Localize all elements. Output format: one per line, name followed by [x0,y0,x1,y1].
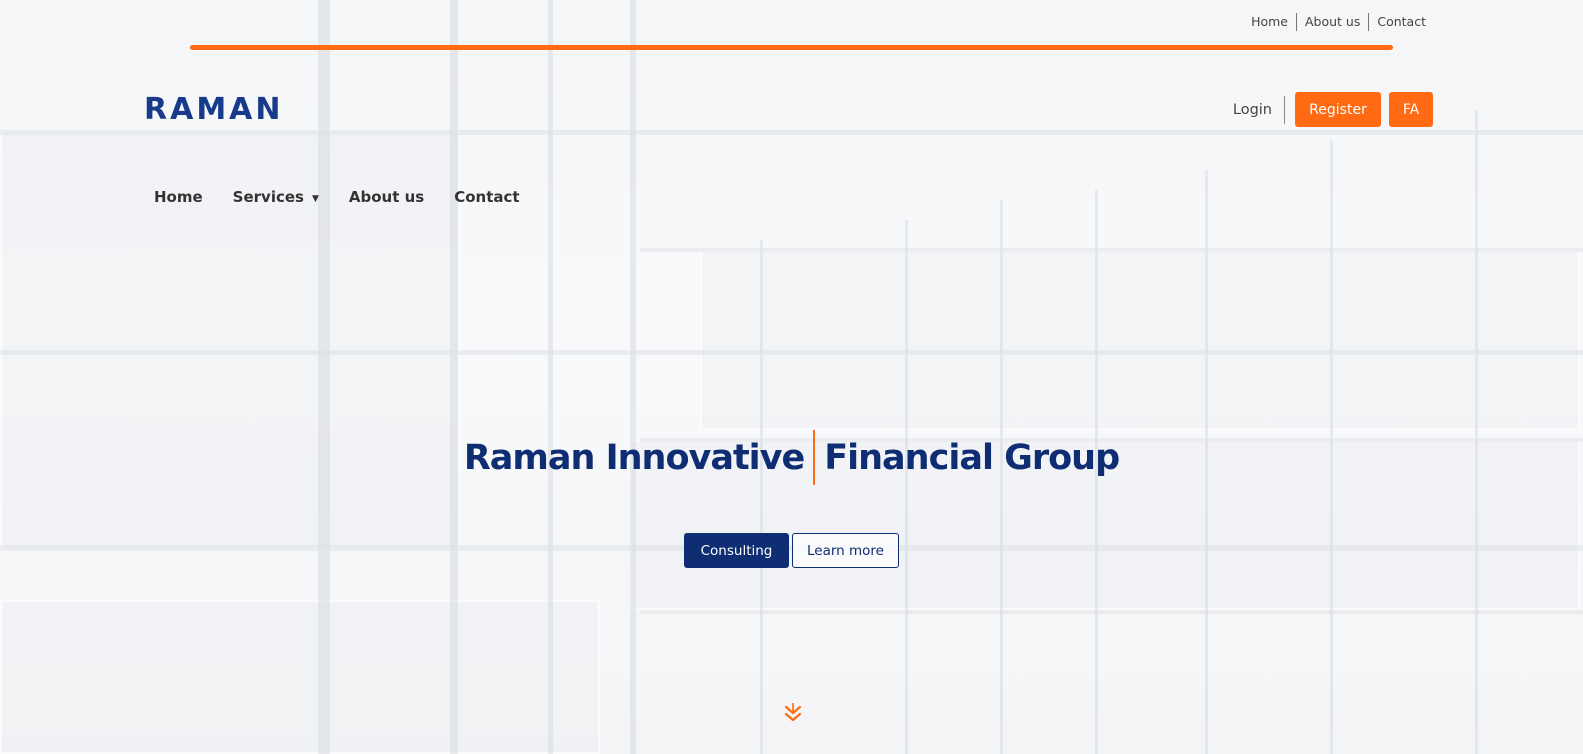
utility-link-contact[interactable]: Contact [1369,13,1434,31]
hero-title-divider [813,430,816,485]
hero-title-left: Raman Innovative [463,437,805,478]
nav-item-label: Contact [454,188,520,206]
hero-title-right: Financial Group [824,437,1120,478]
nav-item-home[interactable]: Home [154,188,203,206]
nav-item-label: Services [232,188,304,206]
hero-title: Raman Innovative Financial Group [0,430,1583,485]
utility-nav: Home About us Contact [1243,13,1434,31]
caret-down-icon: ▼ [311,194,319,204]
nav-item-services[interactable]: Services ▼ [233,188,319,206]
nav-item-label: Home [154,188,203,206]
nav-item-label: About us [348,188,425,206]
auth-separator [1284,95,1285,124]
utility-link-about[interactable]: About us [1297,13,1368,31]
raman-logo[interactable]: RAMAN [144,92,284,127]
auth-actions: Login Register FA [1233,92,1433,127]
hero-actions: Consulting Learn more [0,533,1583,568]
register-button[interactable]: Register [1295,92,1381,127]
login-link[interactable]: Login [1233,102,1284,118]
learn-more-button[interactable]: Learn more [792,533,899,568]
nav-item-contact[interactable]: Contact [454,188,519,206]
consulting-button[interactable]: Consulting [684,533,789,568]
double-chevron-down-icon[interactable] [781,702,805,729]
nav-item-about[interactable]: About us [349,188,424,206]
language-switch-button[interactable]: FA [1389,92,1433,127]
main-nav: Home Services ▼ About us Contact [154,188,550,206]
header-accent-bar [190,45,1393,50]
utility-link-home[interactable]: Home [1243,13,1296,31]
